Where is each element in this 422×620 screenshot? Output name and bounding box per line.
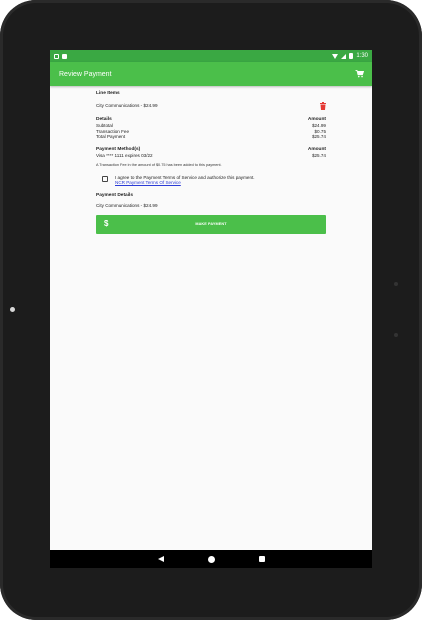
terms-checkbox[interactable]: [102, 175, 108, 182]
back-icon[interactable]: [157, 556, 164, 562]
payment-details-line: City Communications - $24.99: [96, 203, 158, 209]
home-icon[interactable]: [207, 555, 215, 563]
status-bar: 1:30: [50, 50, 372, 62]
speaker-dot-bottom: [394, 333, 398, 337]
card-amount: $25.74: [311, 153, 326, 159]
dollar-icon: $: [104, 218, 109, 228]
signal-icon: [341, 53, 347, 59]
battery-icon: [349, 53, 354, 59]
total-value: $25.74: [311, 134, 326, 140]
line-item-label: City Communications - $24.99: [96, 103, 158, 109]
screen: 1:30 Review Payment Line Items City Comm…: [50, 50, 372, 568]
tablet-frame: 1:30 Review Payment Line Items City Comm…: [0, 0, 422, 620]
app-bar: Review Payment: [50, 62, 372, 86]
wifi-icon: [332, 53, 339, 59]
line-item-row: City Communications - $24.99: [96, 101, 326, 110]
make-payment-button[interactable]: $ MAKE PAYMENT: [96, 214, 326, 234]
speaker-dot-top: [394, 282, 398, 286]
clock: 1:30: [356, 53, 368, 59]
card-info: Visa **** 1111 expires 03/22: [96, 153, 153, 159]
page-title: Review Payment: [59, 70, 112, 78]
recents-icon[interactable]: [258, 556, 265, 562]
notification-icon: [54, 53, 59, 59]
terms-agreement: I agree to the Payment Terms of Service …: [102, 175, 326, 186]
notification-icon-2: [62, 53, 67, 59]
make-payment-label: MAKE PAYMENT: [195, 221, 227, 226]
payment-review: Line Items City Communications - $24.99 …: [96, 91, 326, 234]
camera-dot: [10, 307, 15, 312]
terms-link[interactable]: NCR Payment Terms Of Service: [115, 180, 255, 186]
delete-icon[interactable]: [320, 101, 326, 110]
system-nav-bar: [50, 550, 372, 568]
cart-icon[interactable]: [355, 70, 364, 78]
total-label: Total Payment: [96, 134, 126, 140]
